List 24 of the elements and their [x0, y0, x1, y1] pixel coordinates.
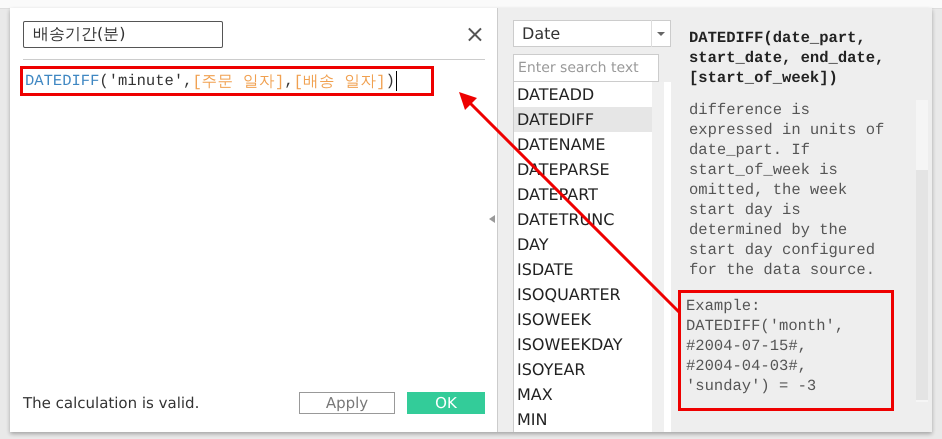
function-list-item[interactable]: DATEADD — [514, 82, 652, 107]
search-field[interactable]: Enter search text — [513, 54, 659, 82]
close-icon[interactable]: × — [464, 22, 485, 46]
category-dropdown[interactable]: Date — [513, 20, 671, 47]
function-list-item[interactable]: ISDATE — [514, 257, 652, 282]
function-list-item[interactable]: MIN — [514, 407, 652, 432]
function-example: Example: DATEDIFF('month', #2004-07-15#, #2004-04-03#, 'sunday') = -3 — [686, 296, 844, 396]
function-list-item[interactable]: ISOYEAR — [514, 357, 652, 382]
function-list-item[interactable]: ISOWEEKDAY — [514, 332, 652, 357]
function-description: difference is expressed in units of date_part. If start_of_week is omitted, the week start day is determined by the start day configured for the data source. — [689, 100, 886, 280]
function-list-item[interactable]: ISOWEEK — [514, 307, 652, 332]
collapse-icon[interactable] — [489, 215, 495, 223]
function-signature: DATEDIFF(date_part, start_date, end_date, [start_of_week]) — [689, 28, 886, 88]
status-message: The calculation is valid. — [23, 394, 200, 412]
formula-text[interactable]: DATEDIFF('minute',[주문 일자],[배송 일자]) — [23, 70, 397, 92]
function-list-item[interactable]: MAX — [514, 382, 652, 407]
list-scrollbar[interactable] — [652, 82, 664, 432]
function-list-item[interactable]: ISOQUARTER — [514, 282, 652, 307]
function-list-item[interactable]: DATEDIFF — [514, 107, 652, 132]
function-list-item[interactable]: DAY — [514, 232, 652, 257]
name-field[interactable]: 배송기간(분) — [23, 21, 223, 48]
apply-button[interactable]: Apply — [299, 392, 395, 414]
dropdown-caret-icon[interactable] — [657, 32, 665, 36]
function-list-item[interactable]: DATENAME — [514, 132, 652, 157]
